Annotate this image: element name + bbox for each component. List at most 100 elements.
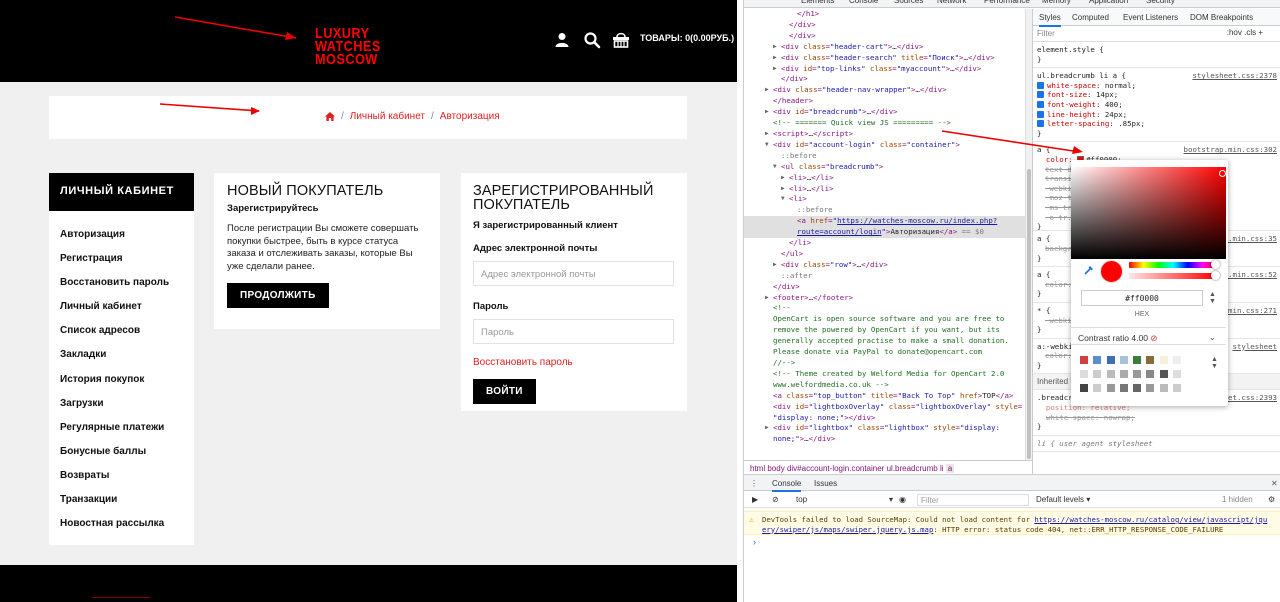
cart-icon[interactable] [612, 31, 630, 49]
account-menu-item[interactable]: Транзакции [49, 488, 194, 512]
palette-swatch[interactable] [1173, 384, 1182, 392]
dom-node-line[interactable]: ▼ <ul class="breadcrumb"> [744, 162, 1025, 173]
hex-input[interactable]: #ff0000 [1081, 290, 1203, 306]
site-logo[interactable]: LUXURY WATCHES MOSCOW [315, 26, 381, 67]
css-property[interactable]: letter-spacing: .85px; [1037, 119, 1277, 129]
breadcrumb-login[interactable]: Авторизация [440, 111, 500, 122]
dom-node-line[interactable]: OpenCart is open source software and you… [744, 314, 1025, 325]
dom-breadcrumb-item[interactable]: div#account-login.container [787, 464, 884, 473]
password-field[interactable]: Пароль [473, 319, 674, 344]
palette-swatch[interactable] [1080, 384, 1088, 392]
hue-slider[interactable] [1129, 260, 1220, 269]
palette-swatch[interactable] [1106, 384, 1115, 392]
dom-node-line[interactable]: <div id="lightboxOverlay" class="lightbo… [744, 402, 1025, 413]
saturation-handle[interactable] [1219, 170, 1226, 177]
format-toggle-icon[interactable]: ▲ ▼ [1209, 291, 1216, 305]
rule-source-link[interactable]: bootstrap.min.css:302 [1184, 145, 1277, 155]
dom-node-line[interactable]: ▶ <div id="top-links" class="myaccount">…… [744, 64, 1025, 75]
palette-swatch[interactable] [1173, 356, 1182, 364]
devtools-tab[interactable]: Sources [894, 0, 923, 5]
continue-button[interactable]: ПРОДОЛЖИТЬ [227, 283, 329, 308]
account-menu-item[interactable]: Регулярные платежи [49, 416, 194, 440]
rule-source-link[interactable]: stylesheet.css:2378 [1192, 71, 1277, 81]
dom-breadcrumb-item[interactable]: html [750, 464, 765, 473]
dom-node-line[interactable]: <!-- Theme created by Welford Media for … [744, 369, 1025, 380]
account-menu-item[interactable]: Личный кабинет [49, 295, 194, 319]
dom-node-line[interactable]: www.welfordmedia.co.uk --> [744, 380, 1025, 391]
dom-node-line[interactable]: ▶ <div class="header-cart">…</div> [744, 42, 1025, 53]
css-property[interactable]: font-weight: 400; [1037, 100, 1277, 110]
palette-swatch[interactable] [1119, 370, 1128, 378]
search-icon[interactable] [583, 31, 601, 49]
warning-link[interactable]: https://watches-moscow.ru/catalog/view/j… [1034, 515, 1267, 524]
palette-swatch[interactable] [1106, 356, 1115, 364]
account-menu-item[interactable]: Авторизация [49, 223, 194, 247]
hov-cls-toggles[interactable]: :hov .cls + [1227, 28, 1263, 37]
alpha-slider[interactable] [1129, 271, 1220, 280]
dom-node-line[interactable]: </h1> [744, 9, 1025, 20]
palette-swatch[interactable] [1093, 384, 1102, 392]
dom-node-line[interactable]: ▶ <li>…</li> [744, 173, 1025, 184]
tab-styles[interactable]: Styles [1039, 13, 1061, 27]
palette-swatch[interactable] [1093, 370, 1102, 378]
account-menu-item[interactable]: Новостная рассылка [49, 512, 194, 536]
dom-node-line[interactable]: </div> [744, 31, 1025, 42]
dom-node-line[interactable]: </ul> [744, 249, 1025, 260]
palette-switch-icon[interactable]: ▲ ▼ [1211, 356, 1218, 370]
dom-breadcrumb-item[interactable]: ul.breadcrumb [887, 464, 938, 473]
dom-breadcrumb-item[interactable]: body [767, 464, 784, 473]
drawer-menu-icon[interactable]: ⋮ [750, 479, 758, 488]
palette-swatch[interactable] [1133, 384, 1142, 392]
dom-node-line[interactable]: ▶ <div id="breadcrumb">…</div> [744, 107, 1025, 118]
dom-node-line[interactable]: remove the powered by OpenCart if you wa… [744, 325, 1025, 336]
dom-node-line[interactable]: ▶ <script>…</script> [744, 129, 1025, 140]
warning-link-cont[interactable]: ery/swiper/js/maps/swiper.jquery.js.map [762, 525, 933, 534]
dom-tree-scrollbar[interactable] [1025, 9, 1032, 460]
account-menu-item[interactable]: Список адресов [49, 319, 194, 343]
account-menu-item[interactable]: История покупок [49, 368, 194, 392]
dom-node-line[interactable]: "display: none;"></div> [744, 413, 1025, 424]
dom-node-line[interactable]: ▶ <footer>…</footer> [744, 293, 1025, 304]
elements-dom-tree[interactable]: </h1> </div> </div> ▶ <div class="header-car… [744, 9, 1025, 460]
dom-node-line[interactable]: route=account/login">Авторизация</a> == … [744, 227, 1025, 239]
saturation-area[interactable] [1071, 167, 1226, 259]
devtools-tab[interactable]: Memory [1042, 0, 1071, 5]
cart-summary[interactable]: ТОВАРЫ: 0(0.00РУБ.) [640, 33, 734, 43]
hue-slider-knob[interactable] [1211, 260, 1220, 269]
dom-node-line[interactable]: <a href="https://watches-moscow.ru/index… [744, 216, 1025, 228]
account-menu-item[interactable]: Регистрация [49, 247, 194, 271]
devtools-tab[interactable]: Network [937, 0, 966, 5]
sidebar-toggle-icon[interactable]: ▶ [752, 495, 758, 504]
console-filter-input[interactable]: Filter [917, 494, 1029, 506]
user-icon[interactable] [553, 31, 571, 49]
devtools-tab[interactable]: Console [849, 0, 878, 5]
palette-swatch[interactable] [1093, 356, 1102, 364]
dom-node-line[interactable]: ▶ <div class="row">…</div> [744, 260, 1025, 271]
devtools-tab[interactable]: Performance [984, 0, 1030, 5]
palette-swatch[interactable] [1106, 370, 1115, 378]
palette-swatch[interactable] [1133, 356, 1142, 364]
account-menu-item[interactable]: Бонусные баллы [49, 440, 194, 464]
contrast-ratio-row[interactable]: Contrast ratio 4.00 ⊘ ⌄ [1071, 327, 1226, 345]
account-menu-item[interactable]: Возвраты [49, 464, 194, 488]
devtools-tab[interactable]: Security [1146, 0, 1175, 5]
dom-node-line[interactable]: ▶ <li>…</li> [744, 184, 1025, 195]
dom-node-line[interactable]: Please donate via PayPal to donate@openc… [744, 347, 1025, 358]
tab-dom-breakpoints[interactable]: DOM Breakpoints [1190, 13, 1253, 22]
dom-node-line[interactable]: ::after [744, 271, 1025, 282]
breadcrumb-account[interactable]: Личный кабинет [350, 111, 425, 122]
dom-node-line[interactable]: </div> [744, 20, 1025, 31]
dom-node-line[interactable]: </header> [744, 96, 1025, 107]
dom-breadcrumb-item[interactable]: a [945, 464, 955, 473]
palette-swatch[interactable] [1146, 370, 1155, 378]
dom-node-line[interactable]: ▶ <div class="header-search" title="Поиск… [744, 53, 1025, 64]
devtools-tab[interactable]: Application [1089, 0, 1128, 5]
account-menu-item[interactable]: Закладки [49, 343, 194, 367]
palette-swatch[interactable] [1146, 356, 1155, 364]
console-prompt[interactable]: › [753, 537, 756, 547]
dom-tree-scroll-thumb[interactable] [1027, 169, 1031, 459]
clear-console-icon[interactable]: ⊘ [772, 495, 779, 504]
dom-node-line[interactable]: <a class="top_button" title="Back To Top… [744, 391, 1025, 402]
context-dropdown-icon[interactable]: ▾ [889, 495, 893, 504]
forgot-password-link[interactable]: Восстановить пароль [473, 357, 675, 368]
